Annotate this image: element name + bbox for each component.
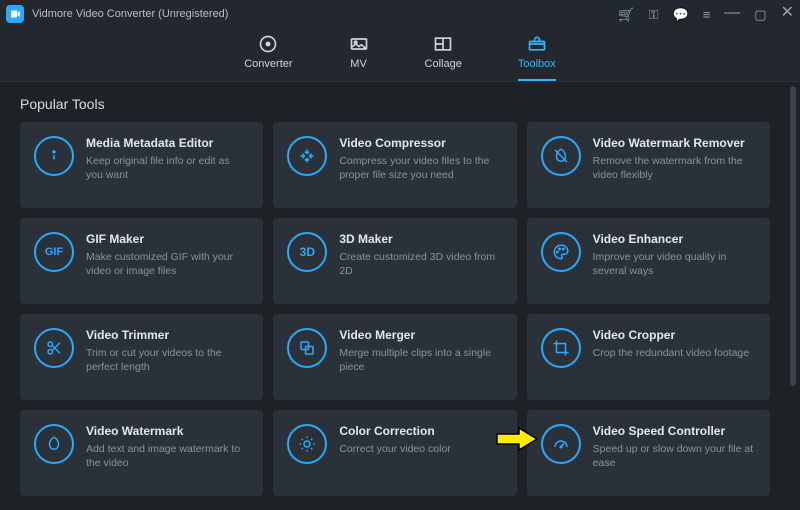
window-title: Vidmore Video Converter (Unregistered)	[32, 8, 228, 20]
tool-media-metadata-editor[interactable]: Media Metadata Editor Keep original file …	[20, 122, 263, 208]
tool-video-merger[interactable]: Video Merger Merge multiple clips into a …	[273, 314, 516, 400]
tool-video-compressor[interactable]: Video Compressor Compress your video file…	[273, 122, 516, 208]
toolbox-icon	[527, 34, 547, 54]
section-title: Popular Tools	[20, 96, 780, 112]
close-button[interactable]: ✕	[781, 5, 794, 21]
tool-desc: Create customized 3D video from 2D	[339, 250, 502, 278]
tool-desc: Make customized GIF with your video or i…	[86, 250, 249, 278]
tool-3d-maker[interactable]: 3D 3D Maker Create customized 3D video fr…	[273, 218, 516, 304]
tab-label: Collage	[425, 58, 462, 70]
tool-desc: Trim or cut your videos to the perfect l…	[86, 346, 249, 374]
tool-desc: Compress your video files to the proper …	[339, 154, 502, 182]
tool-title: Video Compressor	[339, 136, 502, 150]
main-tabs: Converter MV Collage Toolbox	[0, 28, 800, 82]
droplet-icon	[34, 424, 74, 464]
tool-title: Video Speed Controller	[593, 424, 756, 438]
titlebar: Vidmore Video Converter (Unregistered) 🛒…	[0, 0, 800, 28]
tool-title: Video Trimmer	[86, 328, 249, 342]
tab-converter[interactable]: Converter	[244, 34, 292, 81]
converter-icon	[258, 34, 278, 54]
window-controls: 🛒 ⚿ 💬 ≡ — ▢ ✕	[618, 6, 794, 22]
tool-title: 3D Maker	[339, 232, 502, 246]
tab-label: Toolbox	[518, 58, 556, 70]
crop-icon	[541, 328, 581, 368]
sun-icon	[287, 424, 327, 464]
tool-title: Video Merger	[339, 328, 502, 342]
tool-video-watermark[interactable]: Video Watermark Add text and image waterm…	[20, 410, 263, 496]
watermark-remove-icon	[541, 136, 581, 176]
content-area: Popular Tools Media Metadata Editor Keep …	[0, 82, 800, 510]
scrollbar[interactable]	[790, 86, 796, 504]
mv-icon	[349, 34, 369, 54]
scrollbar-thumb[interactable]	[790, 86, 796, 386]
tab-mv[interactable]: MV	[349, 34, 369, 81]
tool-desc: Merge multiple clips into a single piece	[339, 346, 502, 374]
app-logo	[6, 5, 24, 23]
minimize-button[interactable]: —	[724, 5, 740, 21]
tool-desc: Crop the redundant video footage	[593, 346, 756, 360]
compress-icon	[287, 136, 327, 176]
feedback-icon[interactable]: 💬	[673, 8, 689, 21]
tool-title: GIF Maker	[86, 232, 249, 246]
three-d-icon: 3D	[287, 232, 327, 272]
maximize-button[interactable]: ▢	[754, 8, 766, 21]
tool-title: Video Cropper	[593, 328, 756, 342]
cart-icon[interactable]: 🛒	[618, 8, 634, 21]
tool-desc: Remove the watermark from the video flex…	[593, 154, 756, 182]
tab-toolbox[interactable]: Toolbox	[518, 34, 556, 81]
tool-gif-maker[interactable]: GIF GIF Maker Make customized GIF with yo…	[20, 218, 263, 304]
merge-icon	[287, 328, 327, 368]
key-icon[interactable]: ⚿	[649, 8, 659, 21]
tab-label: Converter	[244, 58, 292, 70]
collage-icon	[433, 34, 453, 54]
tool-title: Media Metadata Editor	[86, 136, 249, 150]
tool-title: Color Correction	[339, 424, 502, 438]
tool-desc: Speed up or slow down your file at ease	[593, 442, 756, 470]
tool-title: Video Watermark Remover	[593, 136, 756, 150]
tool-video-trimmer[interactable]: Video Trimmer Trim or cut your videos to …	[20, 314, 263, 400]
palette-icon	[541, 232, 581, 272]
tool-color-correction[interactable]: Color Correction Correct your video color	[273, 410, 516, 496]
tool-desc: Keep original file info or edit as you w…	[86, 154, 249, 182]
tool-desc: Improve your video quality in several wa…	[593, 250, 756, 278]
tool-title: Video Watermark	[86, 424, 249, 438]
menu-icon[interactable]: ≡	[703, 8, 711, 21]
tab-collage[interactable]: Collage	[425, 34, 462, 81]
tool-desc: Add text and image watermark to the vide…	[86, 442, 249, 470]
tool-video-speed-controller[interactable]: Video Speed Controller Speed up or slow d…	[527, 410, 770, 496]
tool-video-enhancer[interactable]: Video Enhancer Improve your video quality…	[527, 218, 770, 304]
tool-video-cropper[interactable]: Video Cropper Crop the redundant video fo…	[527, 314, 770, 400]
tool-video-watermark-remover[interactable]: Video Watermark Remover Remove the waterm…	[527, 122, 770, 208]
tab-label: MV	[350, 58, 367, 70]
tool-title: Video Enhancer	[593, 232, 756, 246]
tool-desc: Correct your video color	[339, 442, 502, 456]
gauge-icon	[541, 424, 581, 464]
scissors-icon	[34, 328, 74, 368]
gif-icon: GIF	[34, 232, 74, 272]
info-icon	[34, 136, 74, 176]
tools-grid: Media Metadata Editor Keep original file …	[20, 122, 780, 496]
